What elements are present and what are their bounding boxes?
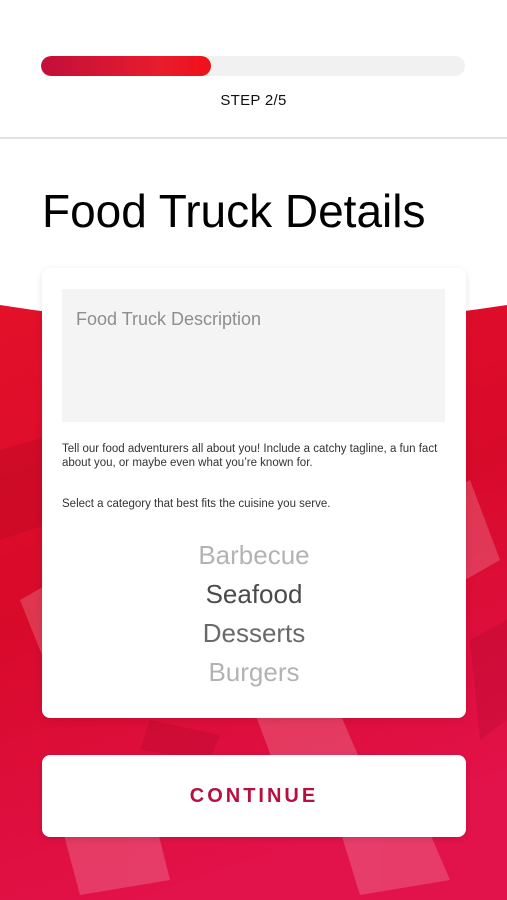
header-divider bbox=[0, 137, 507, 139]
category-picker[interactable]: Barbecue Seafood Desserts Burgers bbox=[42, 536, 466, 696]
details-card: Tell our food adventurers all about you!… bbox=[42, 268, 466, 718]
step-label: STEP 2/5 bbox=[220, 92, 287, 109]
progress-bar bbox=[41, 56, 465, 76]
category-option[interactable]: Desserts bbox=[42, 618, 466, 648]
category-option[interactable]: Seafood bbox=[42, 579, 466, 609]
progress-fill bbox=[41, 56, 211, 76]
category-prompt: Select a category that best fits the cui… bbox=[62, 498, 331, 510]
continue-button[interactable]: CONTINUE bbox=[42, 755, 466, 837]
description-helper-text: Tell our food adventurers all about you!… bbox=[62, 443, 438, 469]
food-truck-description-field[interactable] bbox=[62, 289, 445, 422]
header: STEP 2/5 bbox=[0, 0, 507, 139]
category-option[interactable]: Barbecue bbox=[42, 540, 466, 570]
category-option[interactable]: Burgers bbox=[42, 657, 466, 687]
page-title: Food Truck Details bbox=[42, 185, 426, 237]
